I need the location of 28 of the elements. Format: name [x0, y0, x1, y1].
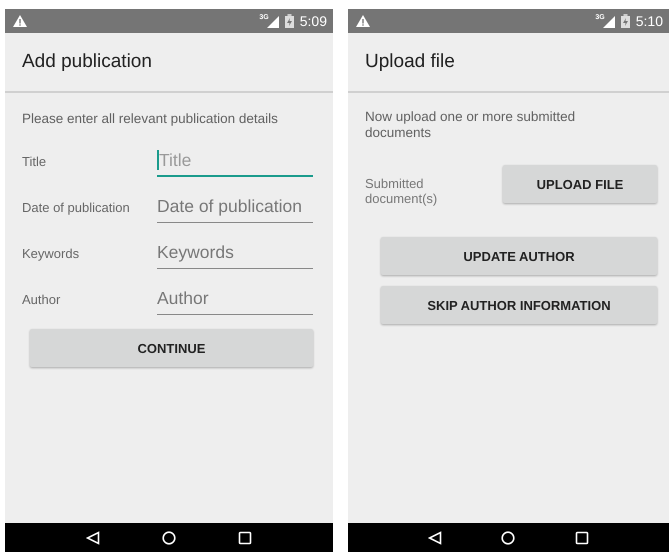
action-button[interactable]: UPDATE AUTHOR: [381, 237, 657, 275]
instruction-text: Please enter all relevant publication details: [22, 110, 279, 127]
screen-title: Upload file: [365, 51, 455, 73]
battery-icon: [284, 14, 294, 28]
field-label: Author: [22, 292, 62, 306]
screen-title: Add publication: [22, 51, 152, 73]
warning-icon: [13, 15, 27, 27]
warning-icon: [356, 15, 370, 27]
status-time: 5:09: [300, 13, 327, 29]
instruction-text: Now upload one or more submitted documents: [365, 109, 576, 141]
field-label: Date of publication: [22, 200, 131, 214]
input-field[interactable]: Keywords: [157, 237, 313, 269]
recents-icon[interactable]: [575, 530, 590, 544]
battery-icon: [620, 14, 630, 28]
recents-icon[interactable]: [238, 530, 252, 544]
action-button[interactable]: SKIP AUTHOR INFORMATION: [381, 286, 657, 324]
action-button[interactable]: CONTINUE: [30, 329, 313, 367]
field-label: Submitted document(s): [365, 176, 438, 206]
home-icon[interactable]: [162, 530, 176, 544]
field-label: Title: [22, 154, 48, 168]
upload-file-button[interactable]: UPLOAD FILE: [503, 165, 657, 203]
back-icon[interactable]: [86, 530, 100, 544]
input-field[interactable]: Author: [157, 283, 313, 315]
input-field[interactable]: Date of publication: [157, 191, 313, 223]
field-label: Keywords: [22, 246, 80, 260]
back-icon[interactable]: [428, 530, 442, 544]
home-icon[interactable]: [501, 530, 516, 544]
status-time: 5:10: [636, 13, 663, 29]
